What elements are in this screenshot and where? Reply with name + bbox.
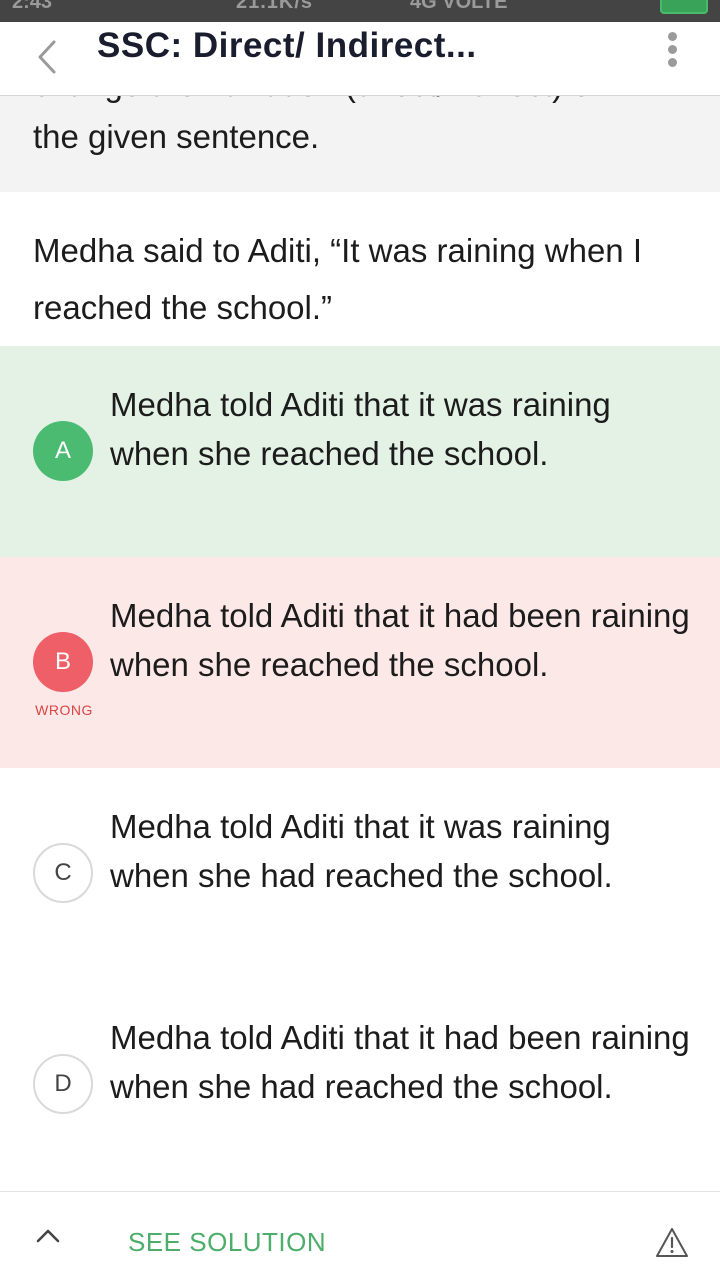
- question-text: Medha said to Aditi, “It was raining whe…: [33, 232, 642, 326]
- option-a-text: Medha told Aditi that it was raining whe…: [110, 386, 611, 472]
- more-vertical-icon-dot: [667, 45, 677, 54]
- option-c-text: Medha told Aditi that it was raining whe…: [110, 808, 613, 894]
- option-b-text: Medha told Aditi that it had been rainin…: [110, 597, 690, 683]
- status-network-type: 4G VOLTE: [410, 0, 508, 13]
- back-button[interactable]: [28, 32, 68, 82]
- option-a-badge: A: [33, 421, 93, 481]
- instruction-clipped-line: change the narration (direct/indirect) o…: [33, 96, 600, 104]
- warning-triangle-icon[interactable]: [654, 1226, 690, 1260]
- status-bar: 2:43 21.1K/s 4G VOLTE: [0, 0, 720, 22]
- see-solution-button[interactable]: SEE SOLUTION: [128, 1227, 326, 1258]
- more-vertical-icon: [667, 32, 677, 41]
- option-d[interactable]: D Medha told Aditi that it had been rain…: [0, 979, 720, 1190]
- status-network-speed: 21.1K/s: [236, 0, 314, 13]
- instruction-line: the given sentence.: [33, 118, 320, 155]
- option-d-text: Medha told Aditi that it had been rainin…: [110, 1019, 690, 1105]
- option-b-badge: B: [33, 632, 93, 692]
- option-c[interactable]: C Medha told Aditi that it was raining w…: [0, 768, 720, 979]
- page-title: SSC: Direct/ Indirect...: [97, 26, 477, 65]
- option-a[interactable]: A Medha told Aditi that it was raining w…: [0, 346, 720, 557]
- question-instruction: change the narration (direct/indirect) o…: [0, 96, 720, 192]
- battery-icon: [660, 0, 708, 14]
- chevron-left-icon: [38, 40, 56, 74]
- wrong-label: WRONG: [35, 702, 93, 718]
- bottom-bar: SEE SOLUTION: [0, 1191, 720, 1281]
- option-b[interactable]: B WRONG Medha told Aditi that it had bee…: [0, 557, 720, 768]
- option-c-badge: C: [33, 843, 93, 903]
- status-time: 2:43: [12, 0, 53, 13]
- app-bar: SSC: Direct/ Indirect...: [0, 22, 720, 96]
- chevron-up-icon[interactable]: [34, 1226, 62, 1246]
- option-d-badge: D: [33, 1054, 93, 1114]
- more-vertical-icon-dot: [667, 58, 677, 67]
- more-options-button[interactable]: [656, 30, 688, 80]
